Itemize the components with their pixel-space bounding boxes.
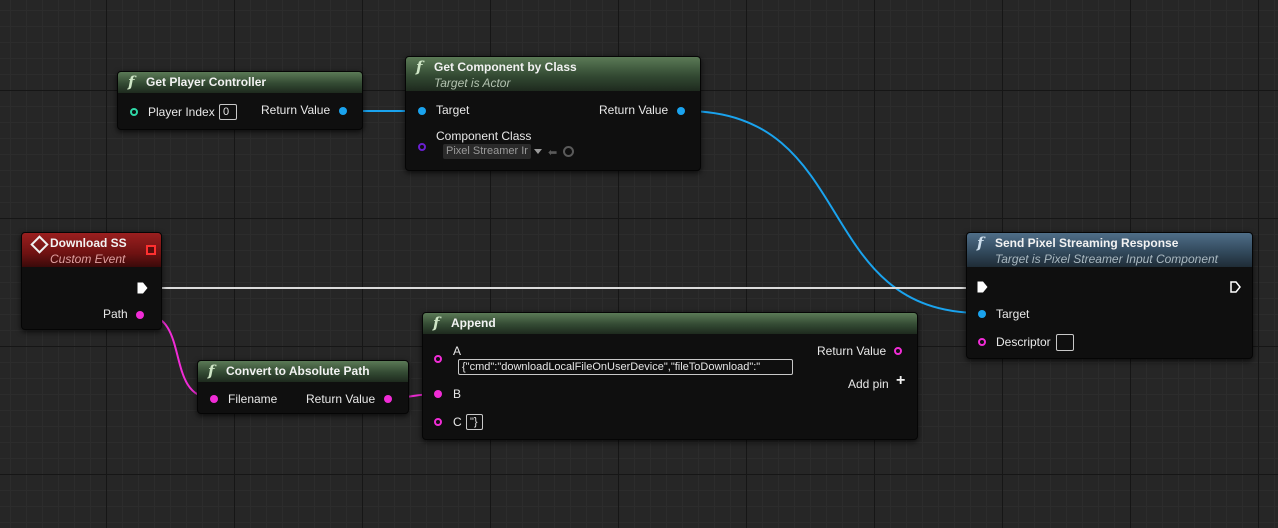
node-title: Download SS <box>50 236 127 250</box>
component-class-dropdown[interactable]: Pixel Streamer Ir <box>443 144 531 159</box>
return-value-label: Return Value <box>261 103 331 117</box>
b-pin[interactable] <box>434 390 442 398</box>
c-input[interactable]: "} <box>466 414 483 430</box>
return-value-pin[interactable] <box>894 347 902 355</box>
node-header: f Append <box>423 313 917 334</box>
target-label: Target <box>436 103 470 117</box>
function-icon: f <box>977 234 984 252</box>
node-subtitle: Custom Event <box>50 252 126 266</box>
wire-component-to-send-target <box>684 110 982 314</box>
node-subtitle: Target is Pixel Streamer Input Component <box>995 252 1219 266</box>
target-label: Target <box>996 307 1030 321</box>
function-icon: f <box>433 314 440 332</box>
node-header: Download SS Custom Event <box>22 233 161 267</box>
exec-in-pin-icon[interactable] <box>977 281 988 293</box>
player-index-label: Player Index <box>148 105 215 119</box>
chevron-down-icon[interactable] <box>534 149 542 154</box>
delegate-pin-icon[interactable] <box>146 245 156 255</box>
function-icon: f <box>208 362 215 380</box>
use-selected-arrow-icon[interactable]: ⬅ <box>548 146 557 159</box>
c-pin[interactable] <box>434 418 442 426</box>
descriptor-pin[interactable] <box>978 338 986 346</box>
node-title: Get Player Controller <box>146 75 267 89</box>
path-pin[interactable] <box>136 311 144 319</box>
filename-pin[interactable] <box>210 395 218 403</box>
node-title: Get Component by Class <box>434 60 577 74</box>
descriptor-label: Descriptor <box>996 335 1051 349</box>
get-component-by-class-node[interactable]: f Get Component by Class Target is Actor… <box>405 56 701 171</box>
node-header: f Get Player Controller <box>118 72 362 93</box>
exec-out-pin-icon[interactable] <box>1230 281 1241 293</box>
target-pin[interactable] <box>418 107 426 115</box>
node-title: Append <box>451 316 496 330</box>
return-value-label: Return Value <box>306 392 376 406</box>
return-value-pin[interactable] <box>384 395 392 403</box>
send-pixel-streaming-response-node[interactable]: f Send Pixel Streaming Response Target i… <box>966 232 1253 359</box>
plus-icon[interactable]: + <box>896 372 905 390</box>
node-title: Send Pixel Streaming Response <box>995 236 1179 250</box>
node-subtitle: Target is Actor <box>434 76 511 90</box>
function-icon: f <box>416 58 423 76</box>
filename-label: Filename <box>228 392 278 406</box>
descriptor-input[interactable] <box>1056 334 1074 351</box>
return-value-pin[interactable] <box>677 107 685 115</box>
return-value-label: Return Value <box>599 103 669 117</box>
component-class-pin[interactable] <box>418 143 426 151</box>
c-label: C <box>453 415 462 429</box>
exec-out-pin-icon[interactable] <box>137 282 148 294</box>
a-label: A <box>453 344 462 358</box>
component-class-label: Component Class <box>436 129 532 143</box>
node-header: f Send Pixel Streaming Response Target i… <box>967 233 1252 267</box>
return-value-label: Return Value <box>817 344 887 358</box>
a-input[interactable]: {"cmd":"downloadLocalFileOnUserDevice","… <box>458 359 793 375</box>
add-pin-label[interactable]: Add pin <box>848 377 889 391</box>
function-icon: f <box>128 73 135 91</box>
append-node[interactable]: f Append A {"cmd":"downloadLocalFileOnUs… <box>422 312 918 440</box>
target-pin[interactable] <box>978 310 986 318</box>
node-header: f Convert to Absolute Path <box>198 361 408 382</box>
convert-to-absolute-path-node[interactable]: f Convert to Absolute Path Filename Retu… <box>197 360 409 414</box>
browse-search-icon[interactable] <box>563 146 574 157</box>
event-icon <box>30 235 49 254</box>
player-index-pin[interactable] <box>130 108 138 116</box>
a-pin[interactable] <box>434 355 442 363</box>
player-index-input[interactable]: 0 <box>219 104 237 120</box>
download-ss-event-node[interactable]: Download SS Custom Event Path <box>21 232 162 330</box>
path-label: Path <box>103 307 128 321</box>
get-player-controller-node[interactable]: f Get Player Controller Player Index 0 R… <box>117 71 363 130</box>
node-title: Convert to Absolute Path <box>226 364 370 378</box>
node-header: f Get Component by Class Target is Actor <box>406 57 700 91</box>
return-value-pin[interactable] <box>339 107 347 115</box>
b-label: B <box>453 387 462 401</box>
